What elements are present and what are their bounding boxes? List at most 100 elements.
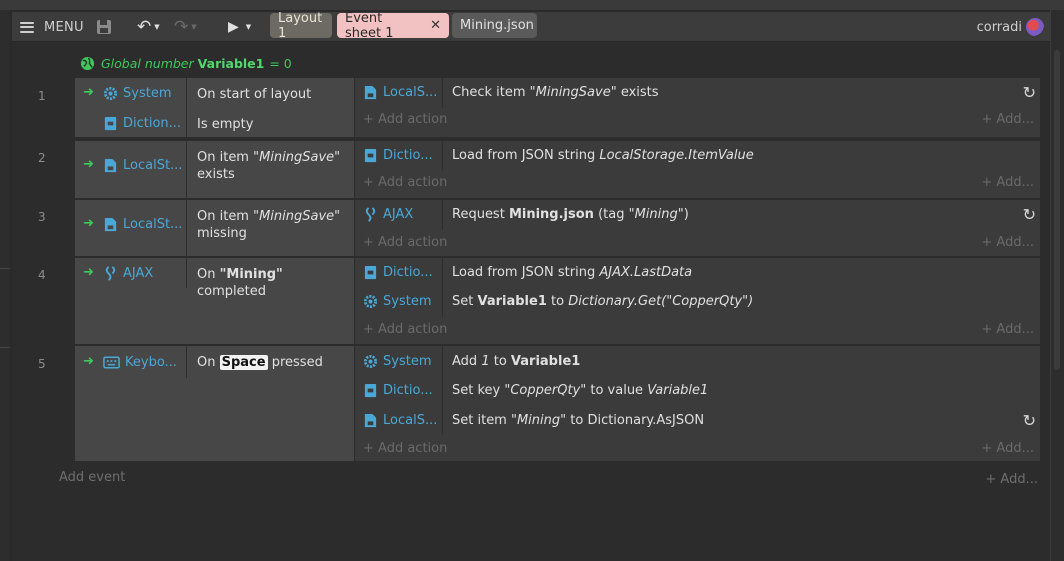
event-sheet-window: MENU ↶ ▼ ↷ ▼ ▶ ▼ Layout 1 Event sheet 1 ✕ M… xyxy=(12,11,1050,561)
dictionary-icon xyxy=(103,116,118,131)
await-icon: ↻ xyxy=(1022,83,1036,102)
add-event-button[interactable]: Add event xyxy=(59,470,125,485)
chevron-down-icon[interactable]: ▼ xyxy=(154,23,159,31)
condition-object[interactable]: Diction... xyxy=(103,116,181,131)
conditions-block[interactable]: ➜ Keybo... On Space pressed xyxy=(75,346,354,461)
action-row[interactable]: Dictio... Load from JSON string LocalSto… xyxy=(355,141,1040,171)
dictionary-icon xyxy=(363,383,378,398)
left-panel-edge xyxy=(0,10,10,561)
action-row[interactable]: Dictio... Set key "CopperQty" to value V… xyxy=(355,375,1040,405)
action-row[interactable]: System Set Variable1 to Dictionary.Get("… xyxy=(355,287,1040,317)
trigger-arrow-icon: ➜ xyxy=(83,265,94,280)
add-button[interactable]: + Add... xyxy=(985,472,1038,487)
action-object[interactable]: Dictio... xyxy=(363,148,433,163)
condition-text: On start of layout xyxy=(197,87,312,102)
event-1[interactable]: 1 ➜ System On start of layout Diction...… xyxy=(12,78,1040,137)
action-row[interactable]: System Add 1 to Variable1 xyxy=(355,346,1040,376)
actions-block[interactable]: Dictio... Load from JSON string AJAX.Las… xyxy=(355,258,1040,344)
actions-block[interactable]: System Add 1 to Variable1 Dictio... Set … xyxy=(355,346,1040,461)
add-button[interactable]: + Add... xyxy=(981,441,1034,456)
actions-block[interactable]: Dictio... Load from JSON string LocalSto… xyxy=(355,141,1040,198)
action-text: Check item "MiningSave" exists xyxy=(452,85,659,100)
add-button[interactable]: + Add... xyxy=(981,235,1034,250)
redo-button[interactable]: ↷ ▼ xyxy=(174,12,197,42)
action-object[interactable]: Dictio... xyxy=(363,383,433,398)
trigger-arrow-icon: ➜ xyxy=(83,157,94,172)
condition-row[interactable]: Diction... Is empty xyxy=(75,108,354,138)
await-icon: ↻ xyxy=(1022,205,1036,224)
conditions-block[interactable]: ➜ AJAX On "Mining" completed xyxy=(75,258,354,344)
redo-icon: ↷ xyxy=(174,17,189,37)
gear-icon xyxy=(363,354,378,369)
action-object[interactable]: Dictio... xyxy=(363,265,433,280)
condition-object[interactable]: LocalSt... xyxy=(103,158,182,173)
add-action-button[interactable]: + Add action xyxy=(363,235,447,250)
action-object[interactable]: System xyxy=(363,354,431,369)
toolbar: MENU ↶ ▼ ↷ ▼ ▶ ▼ Layout 1 Event sheet 1 ✕ M… xyxy=(12,11,1050,42)
chevron-down-icon[interactable]: ▼ xyxy=(246,23,251,31)
chevron-down-icon[interactable]: ▼ xyxy=(191,23,196,31)
action-row[interactable]: LocalS... Set item "Mining" to Dictionar… xyxy=(355,405,1040,435)
key-badge: Space xyxy=(219,355,268,370)
action-row[interactable]: AJAX Request Mining.json (tag "Mining") … xyxy=(355,200,1040,230)
conditions-block[interactable]: ➜ LocalSt... On item "MiningSave" missing xyxy=(75,200,354,256)
event-number: 5 xyxy=(38,357,46,371)
event-number: 2 xyxy=(38,151,46,165)
action-text: Set item "Mining" to Dictionary.AsJSON xyxy=(452,413,705,428)
add-action-button[interactable]: + Add action xyxy=(363,112,447,127)
condition-text: On item "MiningSave" exists xyxy=(197,150,341,182)
trigger-arrow-icon: ➜ xyxy=(83,85,94,100)
close-icon[interactable]: ✕ xyxy=(430,18,441,33)
action-object[interactable]: System xyxy=(363,294,431,309)
gear-icon xyxy=(103,86,118,101)
gear-icon xyxy=(363,294,378,309)
keyboard-icon xyxy=(103,356,120,369)
user-account[interactable]: corradi xyxy=(977,12,1044,42)
preview-button[interactable]: ▶ ▼ xyxy=(228,12,251,42)
vertical-scrollbar[interactable] xyxy=(1050,10,1064,561)
condition-text: Is empty xyxy=(197,117,254,132)
global-variable[interactable]: Global number Variable1 = 0 xyxy=(80,53,292,73)
action-object[interactable]: AJAX xyxy=(363,207,413,222)
condition-object[interactable]: Keybo... xyxy=(103,355,177,370)
action-object[interactable]: LocalS... xyxy=(363,85,437,100)
scrollbar-thumb[interactable] xyxy=(1054,50,1060,370)
add-action-button[interactable]: + Add action xyxy=(363,322,447,337)
event-2[interactable]: 2 ➜ LocalSt... On item "MiningSave" exist… xyxy=(12,141,1040,198)
event-4[interactable]: 4 ➜ AJAX On "Mining" completed Dictio... xyxy=(12,258,1040,344)
event-number: 1 xyxy=(38,89,46,103)
event-number: 4 xyxy=(38,268,46,282)
condition-object[interactable]: LocalSt... xyxy=(103,217,182,232)
save-button[interactable] xyxy=(96,12,112,42)
add-action-button[interactable]: + Add action xyxy=(363,441,447,456)
event-5[interactable]: 5 ➜ Keybo... On Space pressed System Add… xyxy=(12,346,1040,461)
condition-object[interactable]: AJAX xyxy=(103,266,153,281)
play-icon: ▶ xyxy=(228,19,239,35)
condition-row[interactable]: ➜ System On start of layout xyxy=(75,78,354,108)
top-border xyxy=(0,0,1064,10)
add-action-button[interactable]: + Add action xyxy=(363,175,447,190)
actions-block[interactable]: LocalS... Check item "MiningSave" exists… xyxy=(355,78,1040,137)
add-button[interactable]: + Add... xyxy=(981,112,1034,127)
add-button[interactable]: + Add... xyxy=(981,322,1034,337)
localstorage-icon xyxy=(363,413,378,428)
action-text: Load from JSON string LocalStorage.ItemV… xyxy=(452,148,754,163)
action-row[interactable]: Dictio... Load from JSON string AJAX.Las… xyxy=(355,258,1040,288)
add-button[interactable]: + Add... xyxy=(981,175,1034,190)
event-3[interactable]: 3 ➜ LocalSt... On item "MiningSave" missi… xyxy=(12,200,1040,256)
action-text: Request Mining.json (tag "Mining") xyxy=(452,207,689,222)
tab-layout-1[interactable]: Layout 1 xyxy=(270,11,332,41)
conditions-block[interactable]: ➜ System On start of layout Diction... I… xyxy=(75,78,354,137)
actions-block[interactable]: AJAX Request Mining.json (tag "Mining") … xyxy=(355,200,1040,256)
ajax-icon xyxy=(363,207,378,222)
conditions-block[interactable]: ➜ LocalSt... On item "MiningSave" exists xyxy=(75,141,354,198)
action-object[interactable]: LocalS... xyxy=(363,413,437,428)
tab-event-sheet-1[interactable]: Event sheet 1 ✕ xyxy=(337,11,449,41)
avatar xyxy=(1026,18,1044,36)
condition-object[interactable]: System xyxy=(103,86,171,101)
menu-button[interactable]: MENU xyxy=(20,12,84,42)
undo-button[interactable]: ↶ ▼ xyxy=(137,12,160,42)
tab-mining-json[interactable]: Mining.json xyxy=(452,13,537,38)
action-row[interactable]: LocalS... Check item "MiningSave" exists… xyxy=(355,78,1040,108)
action-text: Set Variable1 to Dictionary.Get("CopperQ… xyxy=(452,294,754,309)
